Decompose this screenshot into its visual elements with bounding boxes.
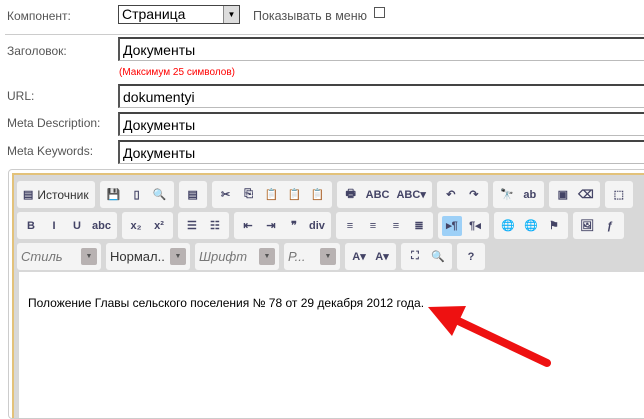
red-arrow-annotation — [428, 306, 551, 367]
